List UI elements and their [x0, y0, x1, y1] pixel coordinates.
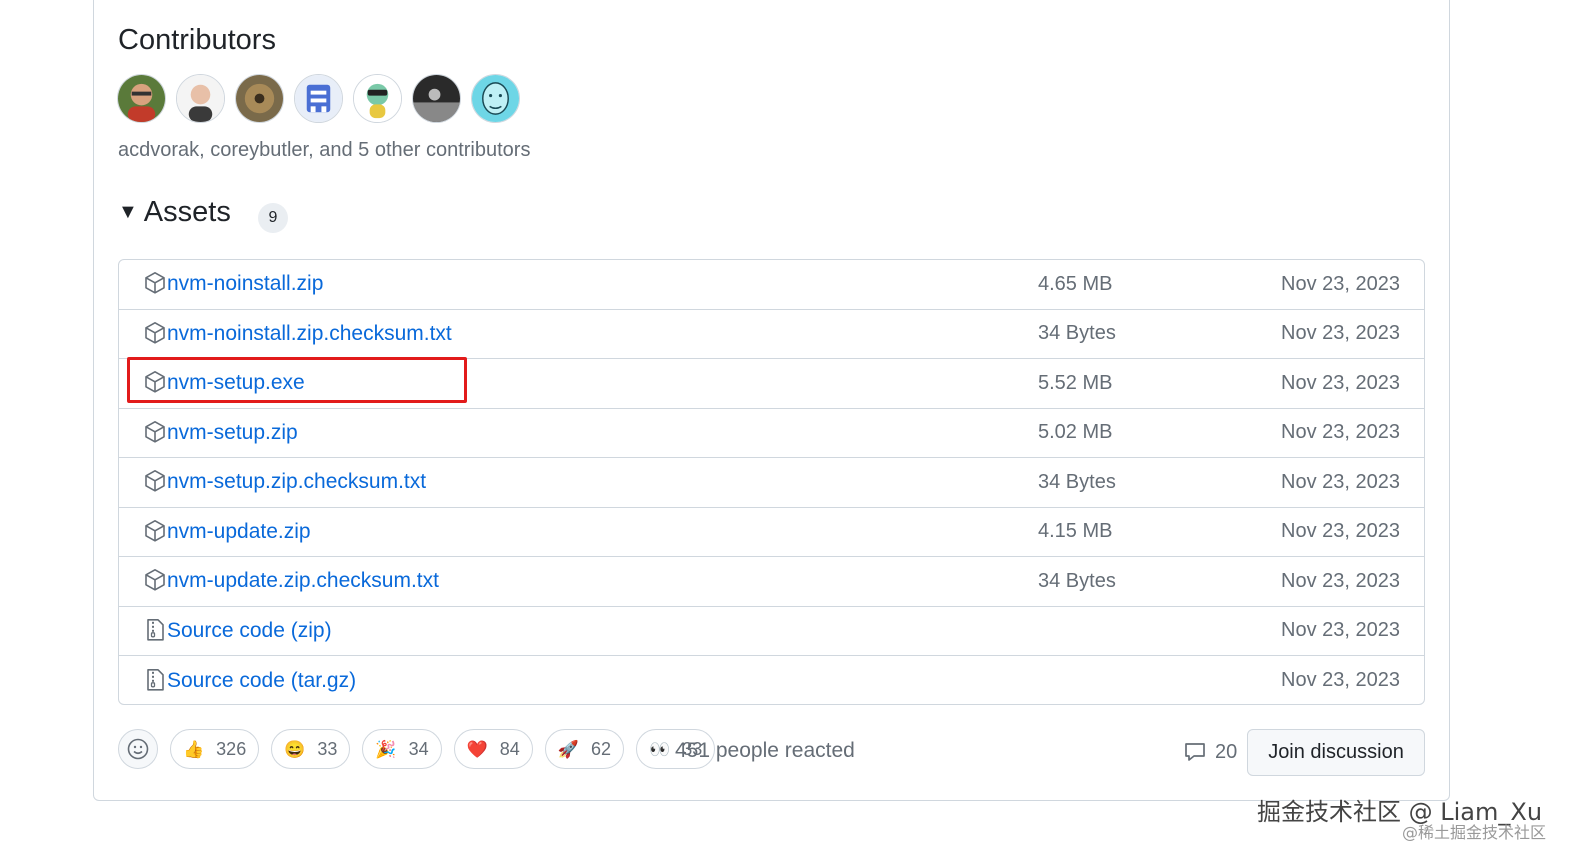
eyes-icon: 👀	[649, 739, 671, 759]
asset-name: nvm-noinstall.zip	[167, 272, 324, 296]
asset-size: 5.52 MB	[1038, 371, 1113, 394]
asset-link[interactable]: nvm-setup.zip.checksum.txt	[167, 470, 426, 494]
file-zip-icon	[143, 618, 167, 642]
asset-row: nvm-setup.zip.checksum.txt 34 Bytes Nov 23…	[119, 458, 1424, 508]
asset-row: Source code (tar.gz) Nov 23, 2023	[119, 656, 1424, 704]
triangle-down-icon: ▼	[118, 201, 138, 223]
reaction-laugh-button[interactable]: 😄 33	[271, 729, 351, 769]
package-icon	[143, 321, 167, 345]
asset-row: Source code (zip) Nov 23, 2023	[119, 607, 1424, 656]
assets-list: nvm-noinstall.zip 4.65 MB Nov 23, 2023 nvm-…	[118, 259, 1425, 705]
asset-size: 34 Bytes	[1038, 470, 1116, 493]
hooray-icon: 🎉	[375, 739, 397, 759]
package-icon	[143, 370, 167, 394]
assets-toggle[interactable]: ▼ Assets	[118, 196, 231, 229]
package-icon	[143, 469, 167, 493]
asset-name: nvm-update.zip	[167, 519, 311, 543]
asset-name: nvm-setup.exe	[167, 371, 305, 395]
avatar-coreybutler[interactable]	[176, 74, 225, 123]
reaction-rocket-button[interactable]: 🚀 62	[544, 729, 625, 769]
avatar-7[interactable]	[471, 74, 520, 123]
avatar-3[interactable]	[235, 74, 284, 123]
heart-icon: ❤️	[466, 739, 488, 759]
reaction-count: 326	[216, 738, 247, 759]
asset-row: nvm-setup.zip 5.02 MB Nov 23, 2023	[119, 409, 1424, 458]
assets-count-badge: 9	[258, 203, 288, 233]
reactions-bar: 👍 326 😄 33 🎉 34 ❤️ 84 🚀 62 👀 33	[118, 729, 716, 769]
contributors-heading: Contributors	[118, 24, 276, 56]
avatar-acdvorak[interactable]	[117, 74, 166, 123]
asset-row: nvm-setup.exe 5.52 MB Nov 23, 2023	[119, 359, 1424, 409]
asset-size: 34 Bytes	[1038, 322, 1116, 345]
asset-suffix: (zip)	[284, 618, 332, 642]
asset-date: Nov 23, 2023	[1281, 520, 1400, 543]
package-icon	[143, 420, 167, 444]
asset-link[interactable]: nvm-update.zip.checksum.txt	[167, 569, 439, 593]
contributors-summary: acdvorak, coreybutler, and 5 other contr…	[118, 139, 531, 161]
reaction-heart-button[interactable]: ❤️ 84	[453, 729, 533, 769]
reactions-summary: 451 people reacted	[675, 739, 855, 762]
asset-date: Nov 23, 2023	[1281, 569, 1400, 592]
avatar-5[interactable]	[353, 74, 402, 123]
asset-size: 34 Bytes	[1038, 569, 1116, 592]
contributors-avatars	[117, 74, 520, 123]
asset-name: nvm-update.zip.checksum.txt	[167, 569, 439, 593]
asset-link[interactable]: nvm-setup.exe	[167, 371, 305, 395]
asset-date: Nov 23, 2023	[1281, 669, 1400, 692]
asset-name: nvm-noinstall.zip.checksum.txt	[167, 321, 452, 345]
avatar-6[interactable]	[412, 74, 461, 123]
asset-row: nvm-noinstall.zip 4.65 MB Nov 23, 2023	[119, 260, 1424, 310]
smiley-icon	[127, 738, 149, 760]
asset-name: nvm-setup.zip.checksum.txt	[167, 470, 427, 494]
comment-icon	[1185, 743, 1205, 761]
reaction-hooray-button[interactable]: 🎉 34	[362, 729, 442, 769]
comment-count: 20	[1215, 740, 1238, 763]
watermark-secondary: @稀土掘金技术社区	[1402, 823, 1547, 842]
asset-date: Nov 23, 2023	[1281, 470, 1400, 493]
asset-row: nvm-update.zip 4.15 MB Nov 23, 2023	[119, 508, 1424, 557]
assets-heading: Assets	[143, 196, 231, 228]
asset-link[interactable]: nvm-update.zip	[167, 520, 311, 544]
asset-suffix: (tar.gz)	[284, 668, 357, 692]
reaction-count: 84	[499, 738, 520, 759]
avatar-4[interactable]	[294, 74, 343, 123]
asset-date: Nov 23, 2023	[1281, 322, 1400, 345]
asset-link[interactable]: Source code (tar.gz)	[167, 669, 356, 693]
add-reaction-button[interactable]	[118, 729, 158, 769]
asset-date: Nov 23, 2023	[1281, 371, 1400, 394]
asset-date: Nov 23, 2023	[1281, 619, 1400, 642]
reaction-thumbs-up-button[interactable]: 👍 326	[170, 729, 260, 769]
asset-row: nvm-update.zip.checksum.txt 34 Bytes Nov 2…	[119, 557, 1424, 607]
file-zip-icon	[143, 668, 167, 692]
laugh-icon: 😄	[284, 739, 306, 759]
thumbs-up-icon: 👍	[183, 739, 205, 759]
package-icon	[143, 568, 167, 592]
package-icon	[143, 271, 167, 295]
package-icon	[143, 519, 167, 543]
asset-date: Nov 23, 2023	[1281, 272, 1400, 295]
asset-name: Source code	[167, 618, 285, 642]
asset-name: Source code	[167, 668, 285, 692]
asset-size: 4.15 MB	[1038, 520, 1113, 543]
asset-date: Nov 23, 2023	[1281, 421, 1400, 444]
asset-link[interactable]: nvm-noinstall.zip.checksum.txt	[167, 322, 452, 346]
asset-size: 4.65 MB	[1038, 272, 1113, 295]
asset-link[interactable]: nvm-noinstall.zip	[167, 272, 323, 296]
asset-row: nvm-noinstall.zip.checksum.txt 34 Bytes No…	[119, 310, 1424, 359]
asset-size: 5.02 MB	[1038, 421, 1113, 444]
asset-link[interactable]: nvm-setup.zip	[167, 421, 298, 445]
reaction-count: 62	[591, 738, 612, 759]
asset-link[interactable]: Source code (zip)	[167, 619, 332, 643]
comments-link[interactable]: 20	[1183, 740, 1237, 764]
rocket-icon: 🚀	[557, 739, 579, 759]
reaction-count: 33	[317, 738, 338, 759]
reaction-count: 34	[408, 738, 429, 759]
join-discussion-button[interactable]: Join discussion	[1247, 729, 1425, 776]
asset-name: nvm-setup.zip	[167, 420, 298, 444]
